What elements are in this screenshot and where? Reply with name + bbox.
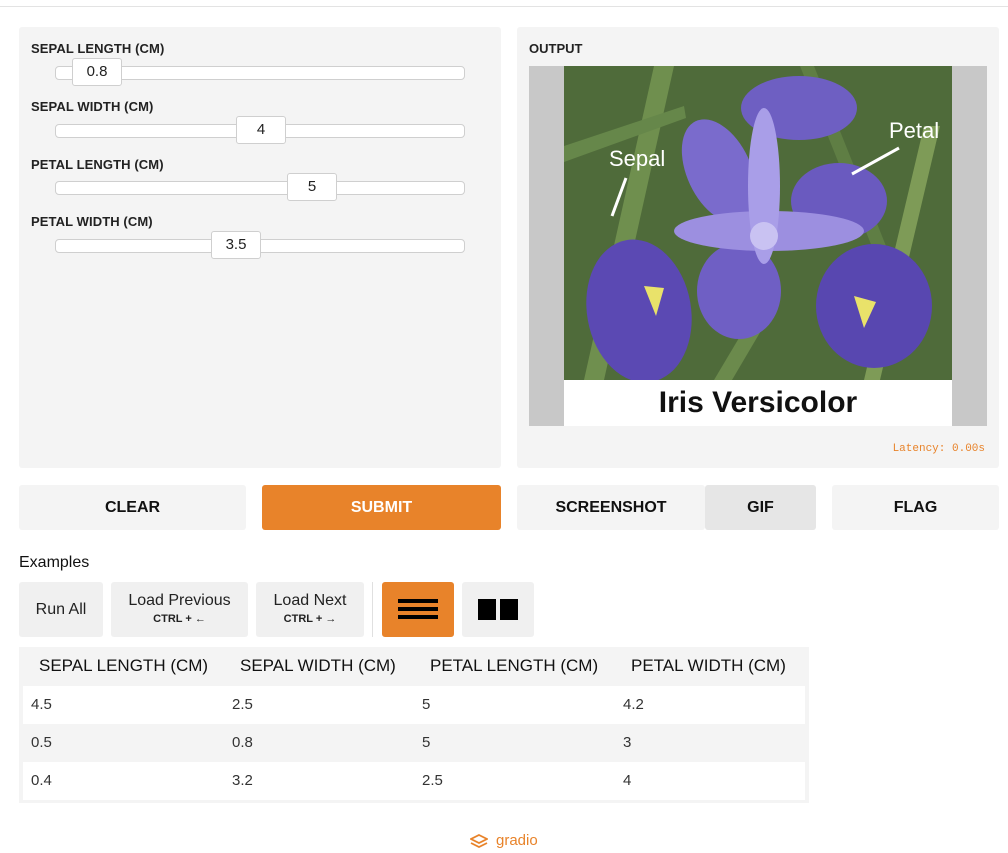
petal-width-slider[interactable]: 3.5 <box>55 231 465 259</box>
sepal-length-handle[interactable]: 0.8 <box>72 58 122 86</box>
sepal-length-slider[interactable]: 0.8 <box>55 58 465 86</box>
iris-photo: Sepal Petal <box>564 66 952 380</box>
table-row[interactable]: 4.5 2.5 5 4.2 <box>23 686 805 724</box>
load-next-shortcut: CTRL + → <box>283 613 337 625</box>
grid-view-button[interactable] <box>462 582 534 637</box>
table-cell: 5 <box>422 696 431 713</box>
screenshot-button[interactable]: SCREENSHOT <box>517 485 705 530</box>
examples-title: Examples <box>19 554 90 571</box>
petal-annotation: Petal <box>889 118 939 143</box>
load-previous-shortcut: CTRL + ← <box>153 613 206 625</box>
iris-illustration: Sepal Petal <box>564 66 952 380</box>
grid-view-icon <box>478 599 518 620</box>
load-previous-label: Load Previous <box>128 592 231 609</box>
table-cell: 5 <box>422 734 431 751</box>
gif-button[interactable]: GIF <box>705 485 816 530</box>
table-cell: 4.2 <box>623 696 644 713</box>
gradio-logo-icon <box>470 834 488 849</box>
table-cell: 3 <box>623 734 632 751</box>
sepal-annotation: Sepal <box>609 146 665 171</box>
clear-button[interactable]: CLEAR <box>19 485 246 530</box>
table-cell: 0.4 <box>31 772 52 789</box>
load-next-label: Load Next <box>273 592 347 609</box>
table-cell: 4 <box>623 772 632 789</box>
table-cell: 4.5 <box>31 696 52 713</box>
petal-width-label: PETAL WIDTH (CM) <box>31 214 153 229</box>
table-header: SEPAL LENGTH (CM) SEPAL WIDTH (CM) PETAL… <box>19 647 809 685</box>
table-cell: 2.5 <box>422 772 443 789</box>
column-header: SEPAL WIDTH (CM) <box>240 656 396 675</box>
input-panel: SEPAL LENGTH (CM) 0.8 SEPAL WIDTH (CM) 4… <box>19 27 501 468</box>
top-divider <box>0 6 1008 7</box>
output-label: OUTPUT <box>529 41 583 56</box>
table-row[interactable]: 0.4 3.2 2.5 4 <box>23 762 805 800</box>
sepal-length-label: SEPAL LENGTH (CM) <box>31 41 165 56</box>
table-cell: 3.2 <box>232 772 253 789</box>
flag-button[interactable]: FLAG <box>832 485 999 530</box>
table-cell: 0.8 <box>232 734 253 751</box>
gradio-brand-text: gradio <box>496 832 538 849</box>
column-header: PETAL LENGTH (CM) <box>430 656 599 675</box>
table-cell: 0.5 <box>31 734 52 751</box>
petal-length-label: PETAL LENGTH (CM) <box>31 157 164 172</box>
output-panel: OUTPUT Sepal Petal Iris Versicolor Laten… <box>517 27 999 468</box>
table-row[interactable]: 0.5 0.8 5 3 <box>23 724 805 762</box>
latency-text: Latency: 0.00s <box>892 443 985 455</box>
examples-table: SEPAL LENGTH (CM) SEPAL WIDTH (CM) PETAL… <box>19 647 809 803</box>
sepal-width-slider[interactable]: 4 <box>55 116 465 144</box>
list-view-button[interactable] <box>382 582 454 637</box>
column-header: SEPAL LENGTH (CM) <box>39 656 209 675</box>
sepal-width-handle[interactable]: 4 <box>236 116 286 144</box>
petal-length-slider[interactable]: 5 <box>55 173 465 201</box>
submit-button[interactable]: SUBMIT <box>262 485 501 530</box>
petal-length-handle[interactable]: 5 <box>287 173 337 201</box>
petal-width-handle[interactable]: 3.5 <box>211 231 261 259</box>
examples-separator <box>372 582 373 637</box>
list-view-icon <box>398 599 438 619</box>
output-image: Sepal Petal Iris Versicolor <box>529 66 987 426</box>
image-caption-box: Iris Versicolor <box>564 380 952 426</box>
sepal-width-label: SEPAL WIDTH (CM) <box>31 99 154 114</box>
run-all-button[interactable]: Run All <box>19 582 103 637</box>
column-header: PETAL WIDTH (CM) <box>631 656 786 675</box>
load-previous-button[interactable]: Load Previous CTRL + ← <box>111 582 248 637</box>
table-cell: 2.5 <box>232 696 253 713</box>
load-next-button[interactable]: Load Next CTRL + → <box>256 582 364 637</box>
image-caption: Iris Versicolor <box>658 386 858 419</box>
